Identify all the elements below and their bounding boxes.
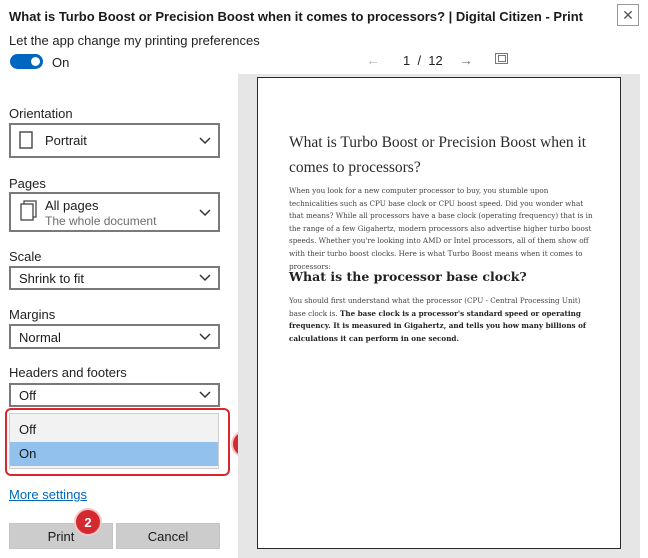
scale-select[interactable]: Shrink to fit <box>9 266 220 290</box>
margins-label: Margins <box>9 307 56 322</box>
document-subheading: What is the processor base clock? <box>289 269 527 284</box>
close-button[interactable]: ✕ <box>617 4 639 26</box>
window-title: What is Turbo Boost or Precision Boost w… <box>9 9 584 24</box>
margins-select[interactable]: Normal <box>9 324 220 349</box>
chevron-down-icon <box>199 391 211 399</box>
page-indicator: 1 / 12 <box>403 53 443 68</box>
title-bar: What is Turbo Boost or Precision Boost w… <box>0 0 648 30</box>
document-intro-paragraph: When you look for a new computer process… <box>289 186 593 271</box>
headers-footers-label: Headers and footers <box>9 365 127 380</box>
chevron-down-icon <box>199 274 211 282</box>
document-heading: What is Turbo Boost or Precision Boost w… <box>289 134 587 176</box>
orientation-value: Portrait <box>45 133 87 148</box>
headers-footers-select[interactable]: Off <box>9 383 220 407</box>
scale-value: Shrink to fit <box>19 271 85 286</box>
more-settings-link[interactable]: More settings <box>9 487 87 502</box>
scale-label: Scale <box>9 249 42 264</box>
preview-page: What is Turbo Boost or Precision Boost w… <box>257 77 621 549</box>
chevron-down-icon <box>199 137 211 145</box>
pages-label: Pages <box>9 176 46 191</box>
pages-value: All pages <box>45 198 99 213</box>
pages-subtext: The whole document <box>45 214 157 228</box>
close-icon[interactable]: ✕ <box>622 7 634 24</box>
fit-to-page-icon[interactable] <box>495 53 508 64</box>
next-page-icon[interactable]: → <box>459 52 473 68</box>
pages-stack-icon <box>20 200 37 221</box>
headers-footers-value: Off <box>19 388 37 403</box>
preferences-label: Let the app change my printing preferenc… <box>9 33 260 48</box>
toggle-knob <box>31 57 40 66</box>
pages-select[interactable]: All pages The whole document <box>9 192 220 232</box>
callout-badge-2: 2 <box>74 508 102 536</box>
cancel-button[interactable]: Cancel <box>116 523 220 549</box>
chevron-down-icon <box>199 333 211 341</box>
portrait-page-icon <box>19 131 33 149</box>
document-paragraph-2: You should first understand what the pro… <box>289 295 594 345</box>
margins-value: Normal <box>19 330 61 345</box>
callout-highlight-box <box>5 408 230 476</box>
chevron-down-icon <box>199 209 211 217</box>
preferences-toggle-state: On <box>52 55 70 70</box>
preferences-toggle[interactable] <box>10 54 43 69</box>
orientation-label: Orientation <box>9 106 73 121</box>
previous-page-icon[interactable]: ← <box>366 52 380 68</box>
orientation-select[interactable]: Portrait <box>9 123 220 158</box>
